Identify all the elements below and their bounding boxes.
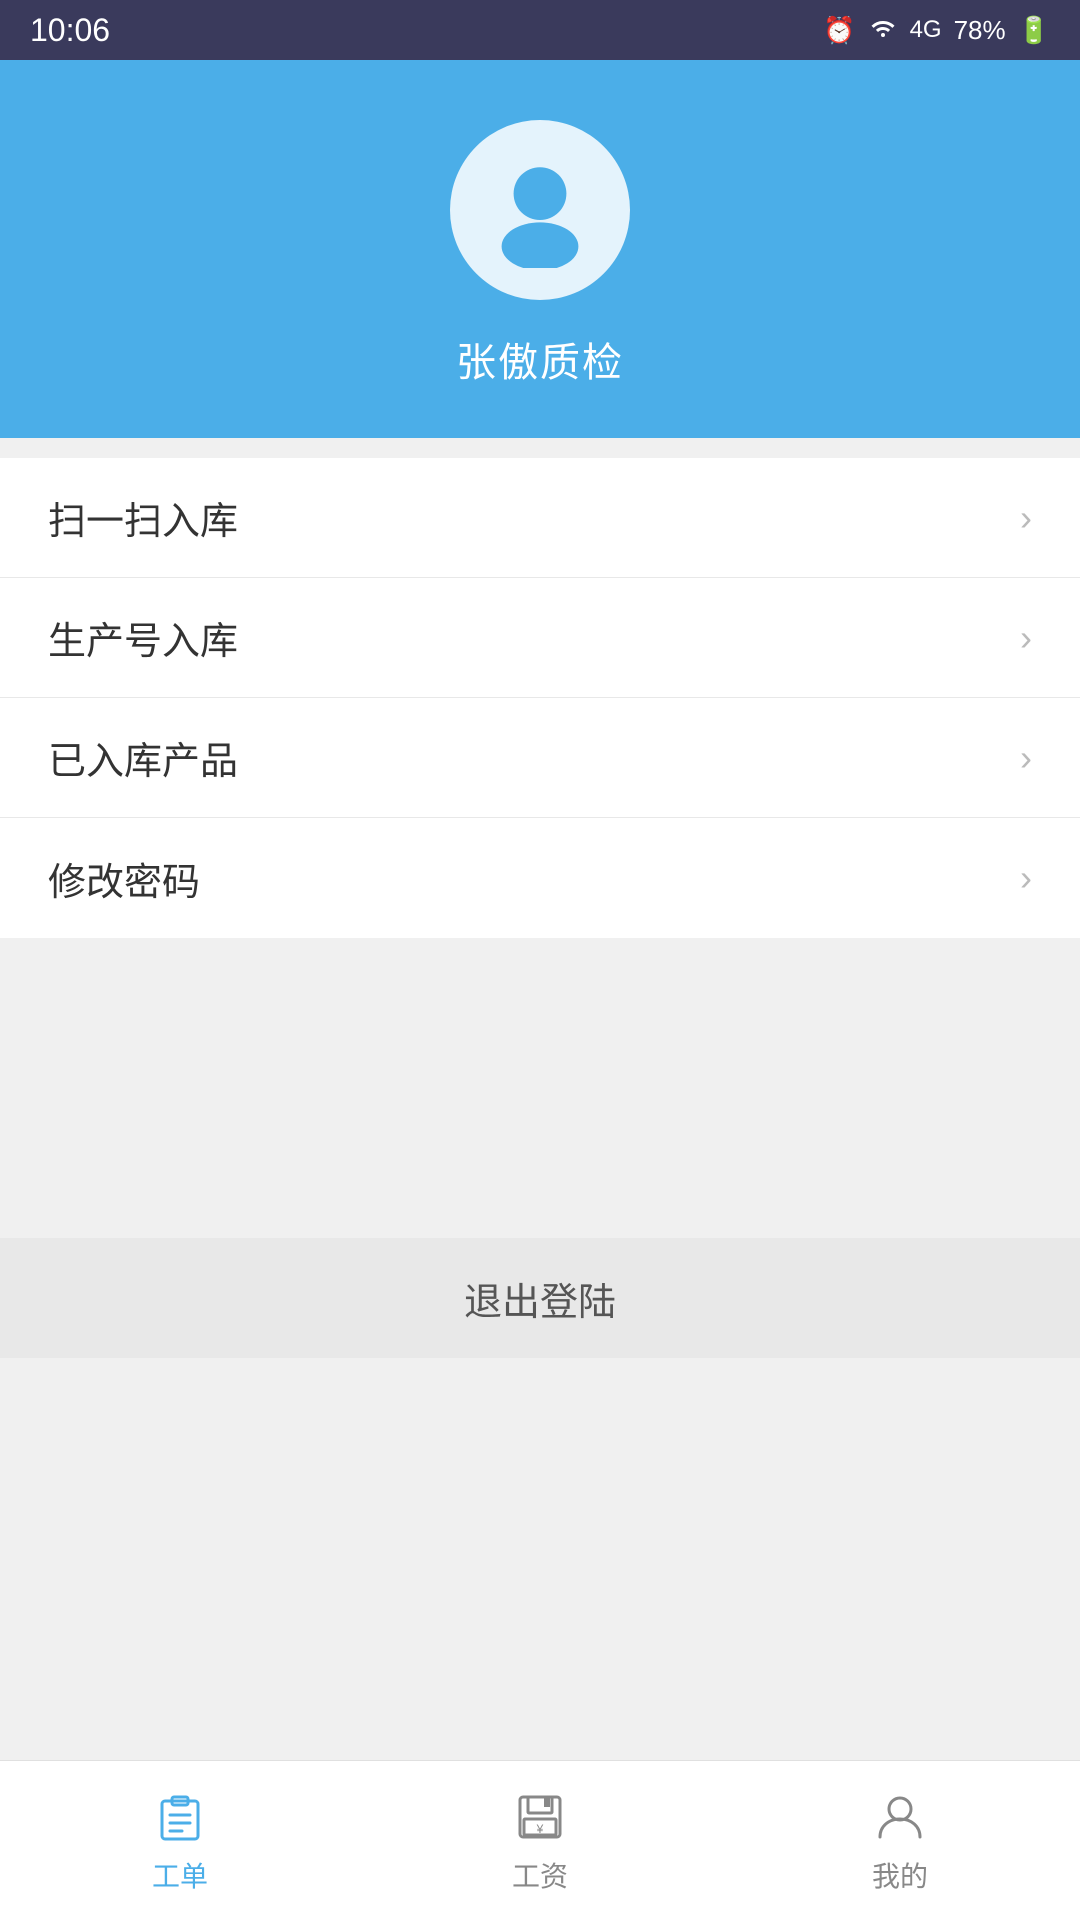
nav-item-salary[interactable]: ¥ 工资 xyxy=(360,1787,720,1895)
status-bar: 10:06 ⏰ 4G 78% 🔋 xyxy=(0,0,1080,60)
signal-icon: 4G xyxy=(910,16,942,44)
logout-button[interactable]: 退出登陆 xyxy=(0,1238,1080,1358)
status-icons: ⏰ 4G 78% 🔋 xyxy=(823,15,1050,46)
content: 张傲质检 扫一扫入库 › 生产号入库 › 已入库产品 › 修改密码 › xyxy=(0,60,1080,1920)
nav-label-mine: 我的 xyxy=(872,1855,928,1895)
bottom-nav: 工单 ¥ 工资 xyxy=(0,1760,1080,1920)
battery-label: 78% xyxy=(954,15,1006,46)
menu-item-warehoused[interactable]: 已入库产品 › xyxy=(0,698,1080,818)
menu-item-warehoused-label: 已入库产品 xyxy=(48,730,238,785)
nav-label-salary: 工资 xyxy=(512,1855,568,1895)
logout-label: 退出登陆 xyxy=(464,1271,616,1326)
nav-item-mine[interactable]: 我的 xyxy=(720,1787,1080,1895)
chevron-right-icon-3: › xyxy=(1020,857,1032,899)
user-avatar-icon xyxy=(480,148,600,273)
profile-name: 张傲质检 xyxy=(456,330,624,388)
menu-list: 扫一扫入库 › 生产号入库 › 已入库产品 › 修改密码 › xyxy=(0,458,1080,938)
chevron-right-icon-0: › xyxy=(1020,497,1032,539)
work-order-icon xyxy=(150,1787,210,1847)
mine-icon xyxy=(870,1787,930,1847)
menu-item-change-password-label: 修改密码 xyxy=(48,851,200,906)
gray-spacer xyxy=(0,938,1080,1218)
avatar xyxy=(450,120,630,300)
chevron-right-icon-2: › xyxy=(1020,737,1032,779)
battery-icon: 🔋 xyxy=(1018,15,1050,46)
menu-item-scan-in-label: 扫一扫入库 xyxy=(48,490,238,545)
svg-text:¥: ¥ xyxy=(536,1822,544,1836)
nav-item-work-order[interactable]: 工单 xyxy=(0,1787,360,1895)
page: 10:06 ⏰ 4G 78% 🔋 xyxy=(0,0,1080,1920)
menu-item-production-in-label: 生产号入库 xyxy=(48,610,238,665)
nav-label-work-order: 工单 xyxy=(152,1855,208,1895)
profile-header: 张傲质检 xyxy=(0,60,1080,438)
alarm-icon: ⏰ xyxy=(823,15,855,46)
chevron-right-icon-1: › xyxy=(1020,617,1032,659)
salary-icon: ¥ xyxy=(510,1787,570,1847)
wifi-icon xyxy=(868,15,898,46)
menu-item-scan-in[interactable]: 扫一扫入库 › xyxy=(0,458,1080,578)
menu-item-production-in[interactable]: 生产号入库 › xyxy=(0,578,1080,698)
menu-item-change-password[interactable]: 修改密码 › xyxy=(0,818,1080,938)
status-time: 10:06 xyxy=(30,12,110,49)
